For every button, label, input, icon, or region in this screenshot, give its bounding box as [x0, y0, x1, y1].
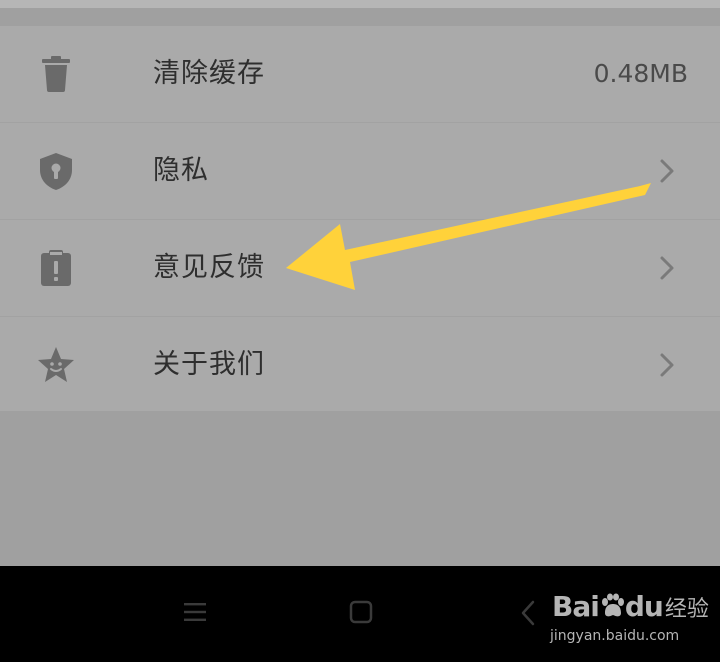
shield-lock-icon — [36, 151, 76, 191]
watermark-brand-left: Bai — [552, 590, 600, 623]
menu-icon[interactable] — [184, 602, 206, 622]
feedback-clipboard-icon — [36, 248, 76, 288]
cache-size-value: 0.48MB — [593, 59, 688, 88]
settings-item-label: 隐私 — [153, 155, 209, 186]
watermark-url: jingyan.baidu.com — [550, 628, 680, 644]
settings-item-clear-cache[interactable]: 清除缓存 0.48MB — [0, 26, 720, 123]
chevron-right-icon — [658, 158, 676, 184]
settings-item-label: 清除缓存 — [153, 58, 265, 89]
top-strip — [0, 0, 720, 8]
paw-logo-icon — [599, 593, 625, 619]
home-square-icon[interactable] — [349, 600, 373, 624]
empty-area — [0, 411, 720, 566]
back-arrow-icon[interactable] — [520, 600, 536, 626]
settings-item-about-us[interactable]: 关于我们 — [0, 317, 720, 414]
settings-list: 清除缓存 0.48MB 隐私 意见反馈 关于我们 — [0, 26, 720, 414]
chevron-right-icon — [658, 255, 676, 281]
watermark-product: 经验 — [664, 597, 709, 622]
watermark-brand-right: du — [624, 590, 664, 623]
watermark-brand: Bai du经验 — [552, 590, 709, 626]
settings-item-privacy[interactable]: 隐私 — [0, 123, 720, 220]
baidu-jingyan-watermark: Bai du经验 jingyan.baidu.com — [550, 590, 710, 650]
settings-item-label: 关于我们 — [153, 349, 265, 380]
settings-item-label: 意见反馈 — [153, 252, 265, 283]
section-gap — [0, 8, 720, 26]
chevron-right-icon — [658, 352, 676, 378]
star-face-icon — [36, 345, 76, 385]
trash-icon — [36, 54, 76, 94]
settings-item-feedback[interactable]: 意见反馈 — [0, 220, 720, 317]
